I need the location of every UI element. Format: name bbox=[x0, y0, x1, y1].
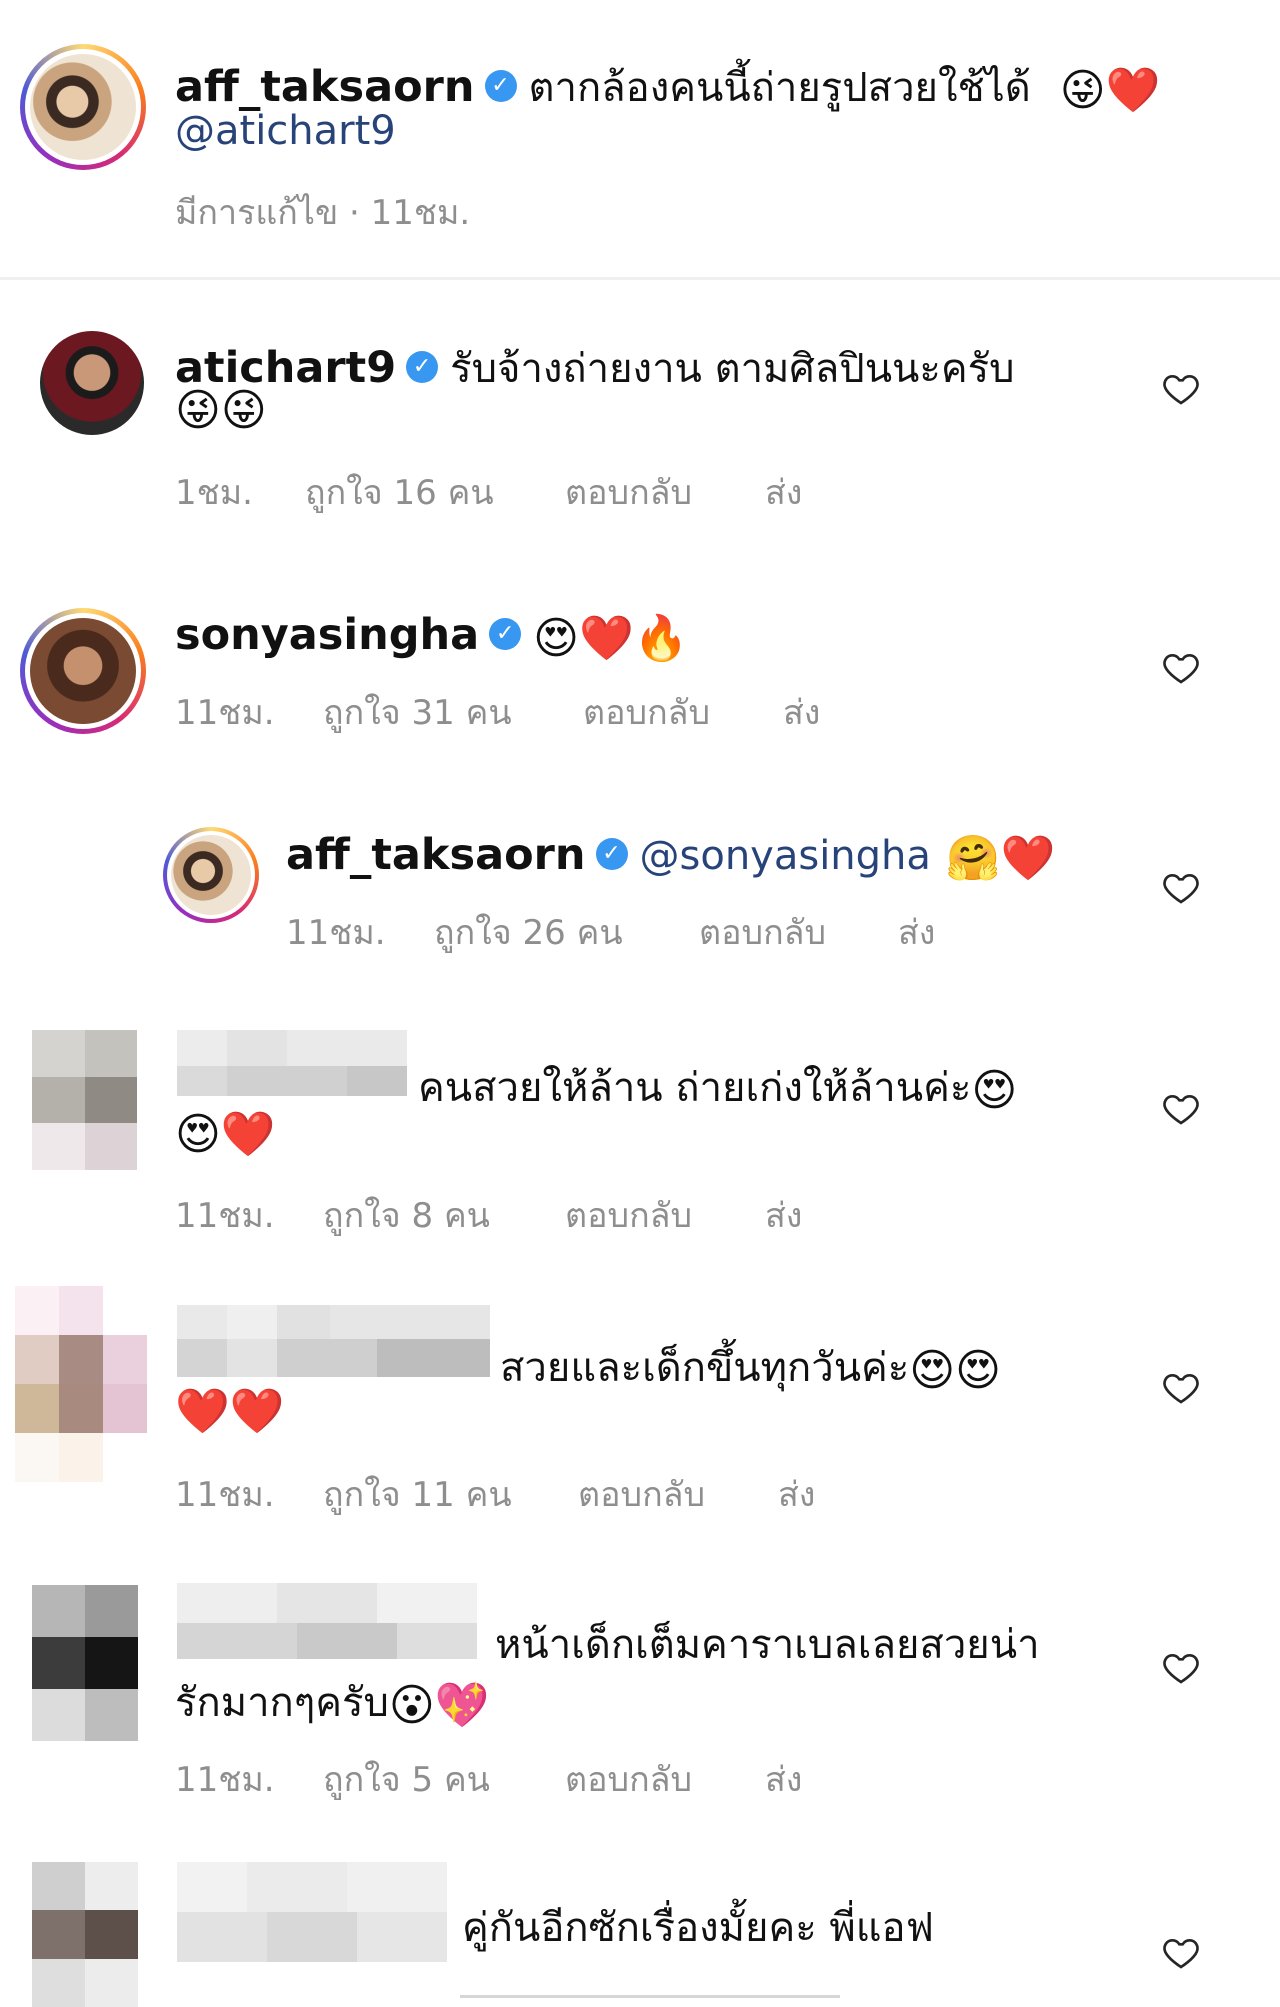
heart-outline-icon[interactable] bbox=[1161, 1647, 1201, 1687]
send-button[interactable]: ส่ง bbox=[765, 465, 802, 519]
send-button[interactable]: ส่ง bbox=[765, 1188, 802, 1242]
post-meta: มีการแก้ไข · 11ชม. bbox=[175, 193, 471, 233]
comment-emoji: 😍❤️🔥 bbox=[533, 612, 689, 664]
comment-emoji: 😜😜 bbox=[175, 385, 267, 436]
heart-outline-icon[interactable] bbox=[1161, 867, 1201, 907]
blurred-username bbox=[177, 1066, 407, 1096]
heart-outline-icon[interactable] bbox=[1161, 368, 1201, 408]
verified-badge-icon: ✓ bbox=[595, 837, 628, 870]
comment-1-row: atichart9 ✓ รับจ้างถ่ายงาน ตามศิลปินนะครับ bbox=[175, 336, 1015, 400]
comment-likes[interactable]: ถูกใจ 11 คน bbox=[323, 1467, 512, 1521]
comment-emoji: 😍❤️ bbox=[175, 1109, 276, 1160]
post-username[interactable]: aff_taksaorn bbox=[175, 62, 475, 112]
verified-badge-icon: ✓ bbox=[484, 69, 517, 102]
heart-outline-icon[interactable] bbox=[1161, 1932, 1201, 1972]
heart-outline-icon[interactable] bbox=[1161, 1088, 1201, 1128]
send-button[interactable]: ส่ง bbox=[765, 1752, 802, 1806]
comment-likes[interactable]: ถูกใจ 5 คน bbox=[323, 1752, 490, 1806]
comment-text: คู่กันอีกซักเรื่องมั้ยคะ พี่แอฟ bbox=[462, 1905, 934, 1951]
cutoff-meta-line bbox=[460, 1995, 840, 1998]
reply-button[interactable]: ตอบกลับ bbox=[565, 1188, 692, 1242]
comment-time: 1ชม. bbox=[175, 473, 253, 513]
heart-outline-icon[interactable] bbox=[1161, 1367, 1201, 1407]
reply-row: aff_taksaorn ✓ @sonyasingha 🤗❤️ bbox=[286, 830, 1055, 884]
reply-button[interactable]: ตอบกลับ bbox=[583, 685, 710, 739]
reply-button[interactable]: ตอบกลับ bbox=[565, 1752, 692, 1806]
comment-username[interactable]: aff_taksaorn bbox=[286, 830, 586, 880]
blurred-username bbox=[177, 1030, 407, 1066]
post-avatar[interactable] bbox=[20, 44, 146, 170]
blurred-username bbox=[177, 1339, 490, 1377]
reply-mention[interactable]: @sonyasingha bbox=[640, 833, 931, 879]
post-caption: ตากล้องคนนี้ถ่ายรูปสวยใช้ได้ bbox=[528, 65, 1031, 111]
blurred-username bbox=[177, 1912, 447, 1962]
comment-emoji: ❤️❤️ bbox=[175, 1386, 285, 1437]
comment-time: 11ชม. bbox=[175, 1475, 275, 1515]
send-button[interactable]: ส่ง bbox=[778, 1467, 815, 1521]
comment-time: 11ชม. bbox=[286, 913, 386, 953]
comment-likes[interactable]: ถูกใจ 31 คน bbox=[323, 685, 512, 739]
comment-time: 11ชม. bbox=[175, 1760, 275, 1800]
verified-badge-icon: ✓ bbox=[489, 617, 522, 650]
blurred-username bbox=[177, 1623, 477, 1659]
pixelated-avatar bbox=[15, 1286, 147, 1482]
comment-6-line2: รักมากๆครับ😮💖 bbox=[175, 1670, 490, 1734]
reply-button[interactable]: ตอบกลับ bbox=[578, 1467, 705, 1521]
comment-emoji: 😮💖 bbox=[388, 1680, 490, 1731]
comment-text: หน้าเด็กเต็มคาราเบลเลยสวยน่า bbox=[495, 1622, 1040, 1668]
reply-avatar[interactable] bbox=[163, 827, 259, 923]
comment-2-row: sonyasingha ✓ 😍❤️🔥 bbox=[175, 610, 689, 664]
comment-likes[interactable]: ถูกใจ 26 คน bbox=[434, 905, 623, 959]
pixelated-avatar bbox=[32, 1862, 138, 2007]
comment-text: สวยและเด็กขึ้นทุกวันค่ะ bbox=[500, 1345, 910, 1391]
divider bbox=[0, 277, 1280, 280]
heart-outline-icon[interactable] bbox=[1161, 647, 1201, 687]
blurred-username bbox=[177, 1583, 477, 1623]
reply-button[interactable]: ตอบกลับ bbox=[565, 465, 692, 519]
comment-avatar[interactable] bbox=[40, 331, 144, 435]
comment-time: 11ชม. bbox=[175, 1196, 275, 1236]
post-mention[interactable]: @atichart9 bbox=[175, 108, 396, 154]
verified-badge-icon: ✓ bbox=[406, 350, 439, 383]
comment-avatar[interactable] bbox=[20, 608, 146, 734]
comment-time: 11ชม. bbox=[175, 693, 275, 733]
send-button[interactable]: ส่ง bbox=[898, 905, 935, 959]
comment-5-row: สวยและเด็กขึ้นทุกวันค่ะ😍😍 bbox=[500, 1335, 1001, 1399]
comment-emoji: 🤗❤️ bbox=[945, 832, 1056, 884]
comment-emoji: 😍😍 bbox=[909, 1344, 1002, 1396]
caption-emoji: 😜❤️ bbox=[1059, 64, 1161, 116]
comment-likes[interactable]: ถูกใจ 8 คน bbox=[323, 1188, 490, 1242]
comment-text: คนสวยให้ล้าน ถ่ายเก่งให้ล้านค่ะ bbox=[418, 1065, 972, 1111]
comment-4-row: คนสวยให้ล้าน ถ่ายเก่งให้ล้านค่ะ😍 bbox=[418, 1055, 1017, 1119]
blurred-username bbox=[177, 1862, 447, 1912]
comment-username[interactable]: sonyasingha bbox=[175, 610, 479, 660]
reply-button[interactable]: ตอบกลับ bbox=[699, 905, 826, 959]
comment-emoji: 😍 bbox=[971, 1064, 1018, 1116]
blurred-username bbox=[177, 1305, 490, 1339]
comment-likes[interactable]: ถูกใจ 16 คน bbox=[305, 465, 494, 519]
send-button[interactable]: ส่ง bbox=[783, 685, 820, 739]
comment-text: รับจ้างถ่ายงาน ตามศิลปินนะครับ bbox=[450, 346, 1015, 392]
pixelated-avatar bbox=[32, 1030, 137, 1170]
comment-text-cont: รักมากๆครับ bbox=[175, 1680, 389, 1726]
pixelated-avatar bbox=[32, 1585, 138, 1741]
